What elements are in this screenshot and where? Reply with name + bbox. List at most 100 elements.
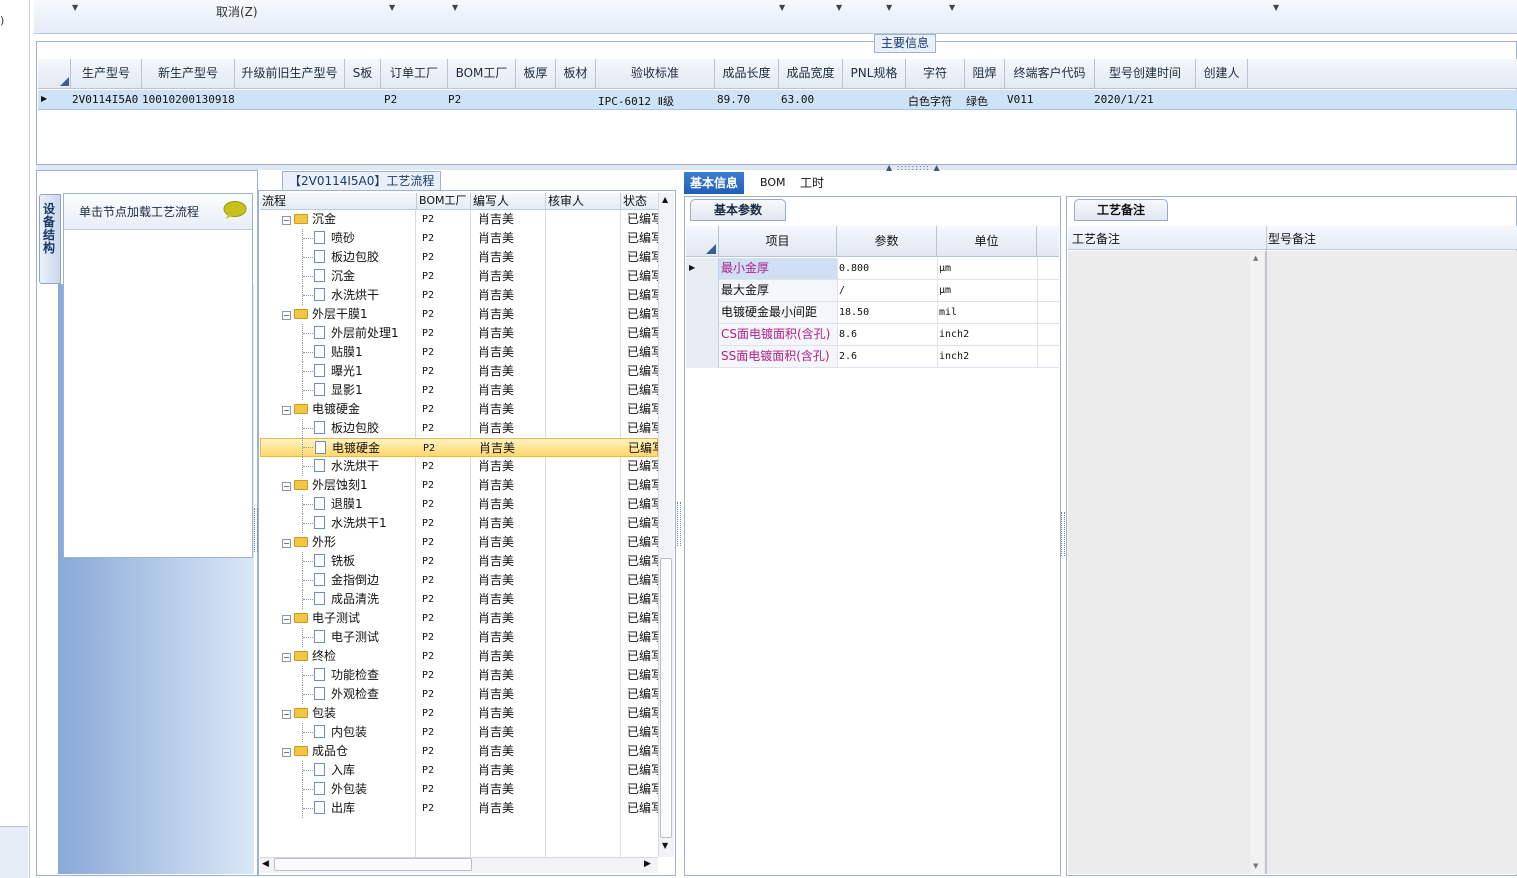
collapse-icon[interactable]: − [282, 653, 291, 662]
param-row[interactable]: 最大金厚 / μm [686, 280, 1059, 302]
tree-node-row[interactable]: 外包装 P2 肖吉美 已编写 [260, 780, 658, 799]
column-header[interactable]: 创建人 [1196, 59, 1248, 89]
param-value[interactable]: 2.6 [839, 351, 857, 362]
column-header[interactable]: 板厚 [516, 59, 556, 89]
tree-node-row[interactable]: 板边包胶 P2 肖吉美 已编写 [260, 248, 658, 267]
scroll-down-icon[interactable]: ▼ [662, 841, 668, 850]
column-header[interactable]: 流程 [260, 193, 417, 210]
tree-node-row[interactable]: 贴膜1 P2 肖吉美 已编写 [260, 343, 658, 362]
tab-bom[interactable]: BOM [754, 172, 792, 194]
dropdown-arrow-icon[interactable]: ▼ [1273, 3, 1279, 12]
column-header[interactable]: BOM工厂 [417, 193, 471, 210]
speech-bubble-icon[interactable] [222, 200, 248, 220]
scroll-left-icon[interactable]: ◀ [262, 859, 269, 869]
column-header[interactable]: 阻焊 [965, 59, 1005, 89]
tree-group-row[interactable]: − 沉金 P2 肖吉美 已编写 [260, 210, 658, 229]
tree-group-row[interactable]: − 终检 P2 肖吉美 已编写 [260, 647, 658, 666]
dropdown-arrow-icon[interactable]: ▼ [72, 3, 78, 12]
tree-group-row[interactable]: − 包装 P2 肖吉美 已编写 [260, 704, 658, 723]
tree-group-row[interactable]: − 电镀硬金 P2 肖吉美 已编写 [260, 400, 658, 419]
tree-horizontal-thumb[interactable] [274, 858, 472, 871]
column-header[interactable]: 参数 [837, 226, 937, 257]
tree-node-row[interactable]: 电镀硬金 P2 肖吉美 已编写 [260, 438, 659, 457]
tree-node-row[interactable]: 水洗烘干 P2 肖吉美 已编写 [260, 457, 658, 476]
dropdown-arrow-icon[interactable]: ▼ [949, 3, 955, 12]
tree-node-row[interactable]: 金指倒边 P2 肖吉美 已编写 [260, 571, 658, 590]
column-header[interactable]: 生产型号 [71, 59, 142, 89]
cell-customer-code[interactable]: V011 [1007, 93, 1034, 106]
dropdown-arrow-icon[interactable]: ▼ [886, 3, 892, 12]
tree-node-row[interactable]: 成品清洗 P2 肖吉美 已编写 [260, 590, 658, 609]
tree-node-row[interactable]: 显影1 P2 肖吉美 已编写 [260, 381, 658, 400]
cell-length[interactable]: 89.70 [717, 93, 750, 106]
column-header[interactable]: 编写人 [471, 193, 546, 210]
param-value[interactable]: 18.50 [839, 307, 869, 318]
tab-work-hours[interactable]: 工时 [794, 172, 830, 194]
vertical-splitter[interactable] [677, 490, 682, 560]
tree-node-row[interactable]: 曝光1 P2 肖吉美 已编写 [260, 362, 658, 381]
row-indicator[interactable]: ▶ [686, 258, 719, 280]
column-header[interactable]: 项目 [719, 226, 837, 257]
column-header[interactable]: 型号创建时间 [1095, 59, 1196, 89]
param-row[interactable]: 电镀硬金最小间距 18.50 mil [686, 302, 1059, 324]
tree-node-row[interactable]: 沉金 P2 肖吉美 已编写 [260, 267, 658, 286]
scroll-up-icon[interactable]: ▲ [1253, 254, 1258, 262]
cell-width[interactable]: 63.00 [781, 93, 814, 106]
collapse-icon[interactable]: − [282, 615, 291, 624]
tree-node-row[interactable]: 内包装 P2 肖吉美 已编写 [260, 723, 658, 742]
param-value[interactable]: 0.800 [839, 263, 869, 274]
cell-model[interactable]: 2V0114I5A0 [72, 93, 138, 106]
collapse-icon[interactable]: − [282, 406, 291, 415]
collapse-icon[interactable]: − [282, 216, 291, 225]
tree-node-row[interactable]: 出库 P2 肖吉美 已编写 [260, 799, 658, 818]
tree-node-row[interactable]: 退膜1 P2 肖吉美 已编写 [260, 495, 658, 514]
param-row[interactable]: SS面电镀面积(含孔) 2.6 inch2 [686, 346, 1059, 368]
tree-group-row[interactable]: − 成品仓 P2 肖吉美 已编写 [260, 742, 658, 761]
row-indicator[interactable] [686, 346, 719, 368]
param-row[interactable]: CS面电镀面积(含孔) 8.6 inch2 [686, 324, 1059, 346]
tree-vertical-thumb[interactable] [660, 558, 672, 838]
cell-solder-mask[interactable]: 绿色 [966, 93, 988, 109]
collapse-icon[interactable]: − [282, 710, 291, 719]
row-indicator[interactable] [686, 280, 719, 302]
scroll-down-icon[interactable]: ▼ [1253, 862, 1258, 870]
tree-node-row[interactable]: 入库 P2 肖吉美 已编写 [260, 761, 658, 780]
collapse-icon[interactable]: − [282, 748, 291, 757]
tree-node-row[interactable]: 功能检查 P2 肖吉美 已编写 [260, 666, 658, 685]
collapse-icon[interactable]: − [282, 482, 291, 491]
tree-node-row[interactable]: 板边包胶 P2 肖吉美 已编写 [260, 419, 658, 438]
cell-silkscreen[interactable]: 白色字符 [908, 93, 952, 109]
cell-order-factory[interactable]: P2 [384, 93, 397, 106]
grid-corner[interactable] [38, 59, 71, 89]
tree-group-row[interactable]: − 外形 P2 肖吉美 已编写 [260, 533, 658, 552]
table-row[interactable] [38, 90, 1517, 110]
column-header[interactable]: 升级前旧生产型号 [235, 59, 345, 89]
dropdown-arrow-icon[interactable]: ▼ [389, 3, 395, 12]
tree-node-row[interactable]: 电子测试 P2 肖吉美 已编写 [260, 628, 658, 647]
scroll-right-icon[interactable]: ▶ [644, 859, 651, 869]
column-header[interactable]: 成品长度 [715, 59, 779, 89]
tree-node-row[interactable]: 喷砂 P2 肖吉美 已编写 [260, 229, 658, 248]
tree-node-row[interactable]: 外观检查 P2 肖吉美 已编写 [260, 685, 658, 704]
tree-group-row[interactable]: − 外层干膜1 P2 肖吉美 已编写 [260, 305, 658, 324]
tab-basic-info[interactable]: 基本信息 [684, 172, 745, 194]
model-notes-textarea[interactable] [1267, 251, 1517, 874]
process-notes-title[interactable]: 工艺备注 [1074, 199, 1168, 221]
tab-device-structure[interactable]: 设备结构 [39, 194, 61, 284]
param-value[interactable]: 8.6 [839, 329, 857, 340]
horizontal-splitter[interactable] [36, 165, 1517, 170]
collapse-icon[interactable]: − [282, 311, 291, 320]
collapse-icon[interactable]: − [282, 539, 291, 548]
process-notes-textarea[interactable] [1068, 251, 1266, 874]
dropdown-arrow-icon[interactable]: ▼ [452, 3, 458, 12]
column-header[interactable]: 新生产型号 [142, 59, 235, 89]
row-indicator[interactable] [686, 324, 719, 346]
tree-node-row[interactable]: 水洗烘干1 P2 肖吉美 已编写 [260, 514, 658, 533]
column-header[interactable]: 成品宽度 [779, 59, 843, 89]
column-header[interactable]: 核审人 [546, 193, 621, 210]
column-header[interactable]: S板 [345, 59, 381, 89]
column-header[interactable]: 验收标准 [596, 59, 715, 89]
param-value[interactable]: / [839, 285, 845, 296]
tree-group-row[interactable]: − 电子测试 P2 肖吉美 已编写 [260, 609, 658, 628]
column-header[interactable]: PNL规格 [843, 59, 906, 89]
